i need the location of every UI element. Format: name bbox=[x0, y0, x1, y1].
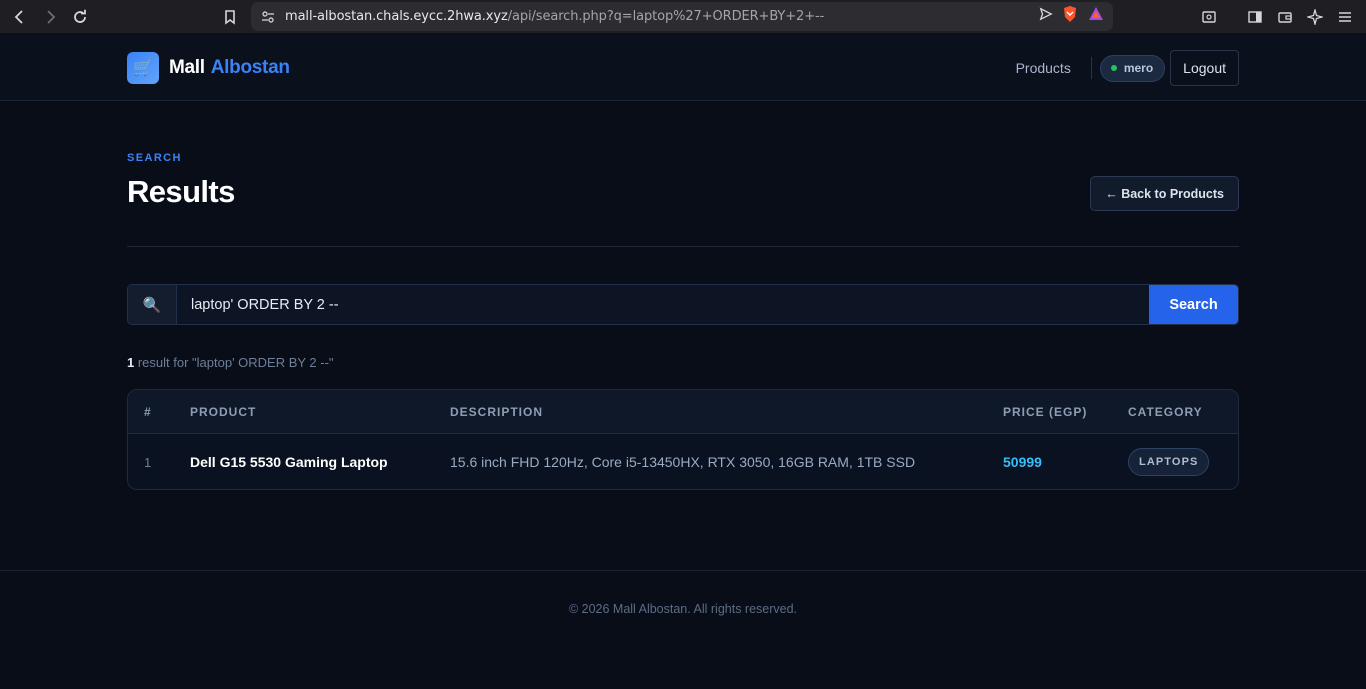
column-header-description: DESCRIPTION bbox=[450, 404, 544, 419]
menu-icon[interactable] bbox=[1330, 2, 1360, 32]
reload-icon[interactable] bbox=[65, 2, 95, 32]
search-form: 🔍 Search bbox=[127, 284, 1239, 325]
column-header-index: # bbox=[144, 404, 152, 419]
site-name-first: Mall bbox=[169, 57, 205, 78]
result-query-text: result for "laptop' ORDER BY 2 --" bbox=[134, 355, 334, 370]
site-info-icon[interactable] bbox=[251, 9, 285, 25]
search-button[interactable]: Search bbox=[1149, 285, 1238, 324]
username: mero bbox=[1123, 61, 1154, 75]
row-index: 1 bbox=[144, 454, 152, 470]
header-nav: Products mero Logout bbox=[1016, 50, 1239, 86]
logout-button[interactable]: Logout bbox=[1170, 50, 1239, 86]
brave-shields-icon[interactable] bbox=[1061, 5, 1079, 28]
site-header: 🛒 Mall Albostan Products mero Logout bbox=[0, 33, 1366, 101]
result-summary: 1 result for "laptop' ORDER BY 2 --" bbox=[127, 355, 334, 370]
category-badge: LAPTOPS bbox=[1128, 448, 1210, 476]
search-icon: 🔍 bbox=[128, 285, 177, 324]
site-name-second: Albostan bbox=[210, 57, 290, 78]
section-divider bbox=[127, 246, 1239, 247]
send-icon[interactable] bbox=[1039, 7, 1053, 26]
brave-rewards-icon[interactable] bbox=[1087, 5, 1105, 28]
bookmark-icon[interactable] bbox=[215, 2, 245, 32]
search-input[interactable] bbox=[177, 285, 1149, 324]
column-header-product: PRODUCT bbox=[190, 404, 257, 419]
site-footer: © 2026 Mall Albostan. All rights reserve… bbox=[0, 570, 1366, 689]
reader-mode-icon[interactable] bbox=[1194, 2, 1224, 32]
table-header: # PRODUCT DESCRIPTION PRICE (EGP) CATEGO… bbox=[128, 390, 1238, 434]
url-text: mall-albostan.chals.eycc.2hwa.xyz/api/se… bbox=[285, 9, 1039, 24]
user-badge: mero bbox=[1099, 54, 1166, 82]
back-arrow-icon[interactable] bbox=[5, 2, 35, 32]
sidebar-icon[interactable] bbox=[1240, 2, 1270, 32]
row-description: 15.6 inch FHD 120Hz, Core i5-13450HX, RT… bbox=[450, 454, 916, 470]
site-name: Mall Albostan bbox=[169, 57, 290, 79]
footer-copyright: © 2026 Mall Albostan. All rights reserve… bbox=[568, 602, 798, 616]
nav-products-link[interactable]: Products bbox=[1016, 60, 1071, 76]
nav-divider bbox=[1090, 57, 1092, 79]
url-path: /api/search.php?q=laptop%27+ORDER+BY+2+-… bbox=[507, 9, 825, 24]
page-eyebrow: SEARCH bbox=[127, 152, 182, 164]
url-host: mall-albostan.chals.eycc.2hwa.xyz bbox=[285, 9, 508, 24]
page-title: Results bbox=[127, 174, 235, 209]
wallet-icon[interactable] bbox=[1270, 2, 1300, 32]
results-table: # PRODUCT DESCRIPTION PRICE (EGP) CATEGO… bbox=[127, 389, 1239, 490]
back-to-products-button[interactable]: ← Back to Products bbox=[1090, 176, 1239, 211]
column-header-category: CATEGORY bbox=[1128, 404, 1203, 419]
leo-ai-icon[interactable] bbox=[1300, 2, 1330, 32]
browser-toolbar: mall-albostan.chals.eycc.2hwa.xyz/api/se… bbox=[0, 0, 1366, 33]
table-row: 1 Dell G15 5530 Gaming Laptop 15.6 inch … bbox=[128, 434, 1238, 489]
search-icon-glyph: 🔍 bbox=[142, 296, 162, 314]
forward-arrow-icon[interactable] bbox=[35, 2, 65, 32]
address-bar[interactable]: mall-albostan.chals.eycc.2hwa.xyz/api/se… bbox=[251, 2, 1113, 31]
row-product: Dell G15 5530 Gaming Laptop bbox=[190, 454, 388, 470]
row-price: 50999 bbox=[1003, 454, 1042, 470]
cart-icon: 🛒 bbox=[127, 52, 159, 84]
site-logo[interactable]: 🛒 Mall Albostan bbox=[127, 52, 290, 84]
online-status-icon bbox=[1110, 65, 1117, 71]
column-header-price: PRICE (EGP) bbox=[1003, 404, 1088, 419]
row-category-cell: LAPTOPS bbox=[1128, 448, 1238, 476]
